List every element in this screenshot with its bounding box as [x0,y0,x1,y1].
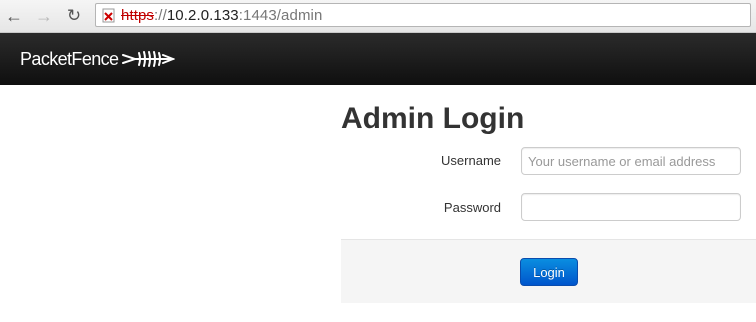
address-bar[interactable]: https://10.2.0.133:1443/admin [95,3,751,27]
password-input[interactable] [521,193,741,221]
username-label: Username [441,153,501,168]
browser-toolbar: ← → ↻ https://10.2.0.133:1443/admin [0,0,756,33]
username-input[interactable] [521,147,741,175]
password-label: Password [443,200,501,215]
form-actions: Login [341,239,756,303]
url-path: :1443/admin [238,7,323,24]
url-scheme: https [121,7,155,24]
url-text[interactable]: https://10.2.0.133:1443/admin [121,7,322,24]
brand-link[interactable]: PacketFence [20,48,176,70]
login-button[interactable]: Login [520,258,578,286]
forward-arrow-icon[interactable]: → [33,5,55,27]
packetfence-fence-logo [122,51,176,67]
insecure-lock-icon[interactable] [102,8,116,23]
reload-icon[interactable]: ↻ [63,5,85,27]
page-title: Admin Login [341,102,525,135]
app-navbar: PacketFence [0,33,756,85]
url-separator: :// [154,7,167,24]
brand-name: PacketFence [20,48,119,69]
back-arrow-icon[interactable]: ← [3,5,25,27]
url-host: 10.2.0.133 [166,7,239,24]
